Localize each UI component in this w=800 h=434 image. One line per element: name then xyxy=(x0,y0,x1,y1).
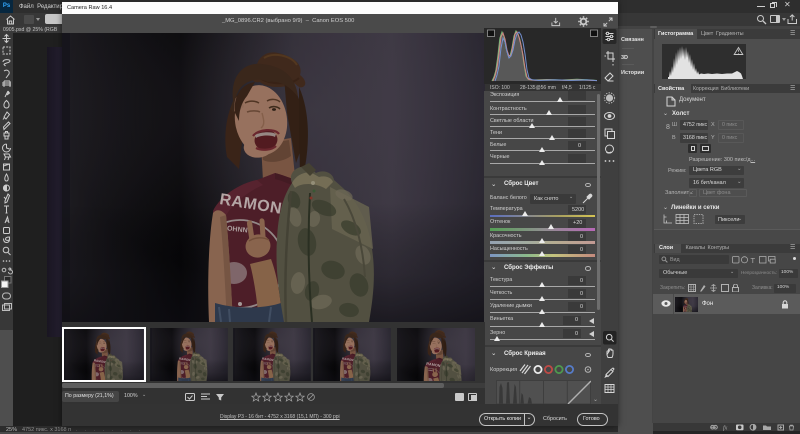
svg-text:T: T xyxy=(751,256,756,264)
